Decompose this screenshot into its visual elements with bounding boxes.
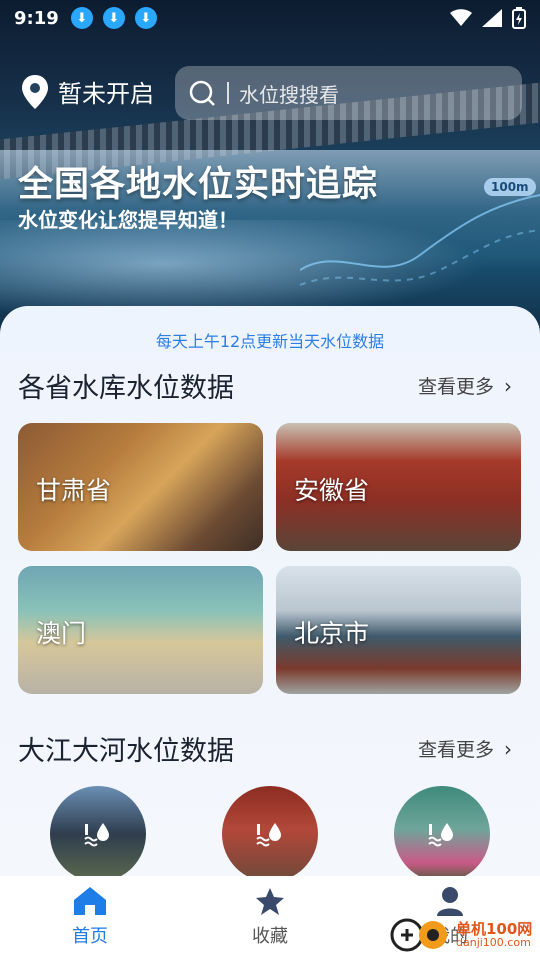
river-item[interactable] <box>50 786 146 882</box>
search-placeholder: 水位搜搜看 <box>239 82 339 107</box>
update-notice: 每天上午12点更新当天水位数据 <box>155 332 385 351</box>
chevron-right-icon: › <box>504 736 512 761</box>
home-icon <box>74 887 106 915</box>
tile-label: 澳门 <box>36 619 87 648</box>
water-level-icon <box>256 823 281 847</box>
more-label: 查看更多 <box>417 376 494 398</box>
watermark-text: 单机100网 <box>456 920 533 938</box>
hero-title: 全国各地水位实时追踪 <box>18 165 379 205</box>
province-tile-anhui[interactable]: 安徽省 <box>276 423 521 551</box>
status-bar: 9:19 ⬇ ⬇ ⬇ <box>0 0 540 36</box>
tile-label: 甘肃省 <box>36 476 112 505</box>
user-icon <box>437 887 463 916</box>
battery-charging-icon <box>512 7 526 29</box>
nav-label: 收藏 <box>252 926 288 947</box>
nav-label: 首页 <box>72 926 108 947</box>
download-icon: ⬇ <box>70 7 93 29</box>
watermark-logo-icon <box>390 918 447 952</box>
province-tile-macau[interactable]: 澳门 <box>18 566 263 694</box>
province-tile-beijing[interactable]: 北京市 <box>276 566 521 694</box>
star-icon <box>256 888 284 915</box>
download-icon: ⬇ <box>102 7 125 29</box>
search-icon <box>189 80 215 106</box>
location-pin-icon <box>22 74 48 109</box>
download-icon: ⬇ <box>134 7 157 29</box>
river-item[interactable] <box>394 786 490 882</box>
signal-icon <box>482 9 502 27</box>
chevron-right-icon: › <box>504 373 512 398</box>
status-time: 9:19 <box>14 7 59 29</box>
water-level-icon <box>84 823 109 847</box>
more-label: 查看更多 <box>417 739 494 761</box>
watermark: 单机100网 danji100.com <box>390 918 532 952</box>
tile-label: 安徽省 <box>294 476 370 505</box>
nav-favorites[interactable]: 收藏 <box>180 876 360 960</box>
watermark-url: danji100.com <box>456 936 531 949</box>
hero-subtitle: 水位变化让您提早知道！ <box>18 208 238 232</box>
location-toggle[interactable]: 暂未开启 <box>22 74 154 109</box>
text-cursor <box>227 82 229 104</box>
search-input[interactable]: 水位搜搜看 <box>175 66 522 120</box>
water-level-badge: 100m <box>484 178 536 196</box>
province-more-link[interactable]: 查看更多 › <box>418 372 512 399</box>
tile-label: 北京市 <box>294 619 370 648</box>
water-level-icon <box>428 823 453 847</box>
wifi-icon <box>450 9 472 26</box>
location-label: 暂未开启 <box>58 80 154 108</box>
river-more-link[interactable]: 查看更多 › <box>418 735 512 762</box>
province-tile-gansu[interactable]: 甘肃省 <box>18 423 263 551</box>
province-section-title: 各省水库水位数据 <box>18 373 234 404</box>
river-item[interactable] <box>222 786 318 882</box>
nav-home[interactable]: 首页 <box>0 876 180 960</box>
river-section-title: 大江大河水位数据 <box>18 736 234 767</box>
